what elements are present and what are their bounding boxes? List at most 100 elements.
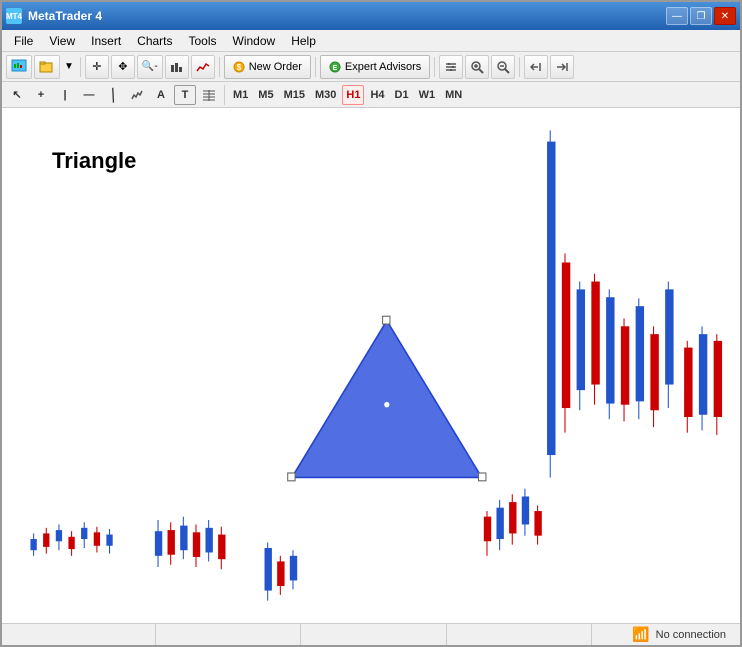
new-order-button[interactable]: $ New Order <box>224 55 311 79</box>
menu-insert[interactable]: Insert <box>83 32 129 50</box>
zoom-reset-button[interactable] <box>491 55 515 79</box>
zoom-out-button[interactable]: 🔍- <box>137 55 163 79</box>
candle <box>155 531 162 556</box>
status-panel-4 <box>447 624 593 645</box>
candle <box>168 530 175 555</box>
base-right-handle <box>479 473 486 481</box>
tf-mn[interactable]: MN <box>441 85 466 105</box>
cross-tool[interactable]: + <box>30 85 52 105</box>
order-icon: $ <box>233 61 245 73</box>
svg-text:$: $ <box>236 63 241 72</box>
menu-tools[interactable]: Tools <box>181 32 225 50</box>
candle <box>205 528 212 553</box>
candle <box>684 348 692 417</box>
separator-1 <box>80 57 81 77</box>
candle <box>636 306 644 401</box>
candle <box>522 496 529 524</box>
new-chart-button[interactable] <box>6 55 32 79</box>
svg-text:E: E <box>333 65 338 72</box>
scroll-left-icon <box>530 61 542 73</box>
crosshair-button[interactable]: ✛ <box>85 55 109 79</box>
tf-d1[interactable]: D1 <box>391 85 413 105</box>
indicator-icon <box>196 61 210 73</box>
text-label-tool[interactable]: T <box>174 85 196 105</box>
minimize-button[interactable]: — <box>666 7 688 25</box>
candle <box>509 502 516 533</box>
chart-area[interactable]: Triangle <box>2 108 740 623</box>
menu-file[interactable]: File <box>6 32 41 50</box>
properties-icon <box>444 60 458 74</box>
title-bar-left: MT4 MetaTrader 4 <box>6 8 102 24</box>
candle <box>193 532 200 557</box>
fibonacci-icon <box>202 89 216 101</box>
scroll-right-button[interactable] <box>550 55 574 79</box>
dropdown-arrow[interactable]: ▼ <box>62 61 76 72</box>
candle <box>218 535 225 560</box>
toolbar-main: ▼ ✛ ✥ 🔍- $ New Order <box>2 52 740 82</box>
window-title: MetaTrader 4 <box>28 9 102 23</box>
cursor-tool[interactable]: ↖ <box>6 85 28 105</box>
triangle-shape <box>292 321 482 478</box>
tf-m1[interactable]: M1 <box>229 85 252 105</box>
candle <box>665 289 673 384</box>
connection-status: No connection <box>656 629 726 641</box>
separator-tf <box>224 85 225 105</box>
menu-view[interactable]: View <box>41 32 83 50</box>
chart-type-button[interactable] <box>165 55 189 79</box>
tf-m30[interactable]: M30 <box>311 85 340 105</box>
window-controls: — ❐ ✕ <box>666 7 736 25</box>
open-icon <box>39 59 55 75</box>
candle <box>56 530 62 541</box>
tf-h4[interactable]: H4 <box>366 85 388 105</box>
zoom-in-button[interactable] <box>465 55 489 79</box>
text-tool[interactable]: A <box>150 85 172 105</box>
separator-2 <box>219 57 220 77</box>
vertical-line-tool[interactable]: | <box>54 85 76 105</box>
status-panel-3 <box>301 624 447 645</box>
apex-handle <box>383 316 390 324</box>
fibonacci-tool[interactable] <box>198 85 220 105</box>
trend-line-tool[interactable]: ╱ <box>98 80 127 108</box>
chart-type-icon <box>170 61 184 73</box>
candle <box>534 511 541 536</box>
expert-advisors-button[interactable]: E Expert Advisors <box>320 55 430 79</box>
close-button[interactable]: ✕ <box>714 7 736 25</box>
title-bar: MT4 MetaTrader 4 — ❐ ✕ <box>2 2 740 30</box>
base-left-handle <box>288 473 295 481</box>
candle <box>562 263 570 409</box>
horizontal-line-tool[interactable]: — <box>78 85 100 105</box>
candle <box>43 533 49 546</box>
scroll-left-button[interactable] <box>524 55 548 79</box>
status-panel-connection: 📶 No connection <box>592 624 732 645</box>
menu-charts[interactable]: Charts <box>129 32 180 50</box>
candle <box>94 532 100 545</box>
candle <box>277 561 284 586</box>
candle <box>577 289 585 390</box>
restore-button[interactable]: ❐ <box>690 7 712 25</box>
separator-4 <box>434 57 435 77</box>
indicator-button[interactable] <box>191 55 215 79</box>
tf-h1[interactable]: H1 <box>342 85 364 105</box>
draw-tool[interactable] <box>126 85 148 105</box>
draw-icon <box>131 89 143 101</box>
chart-svg <box>2 108 740 623</box>
open-button[interactable] <box>34 55 60 79</box>
candle <box>81 528 87 539</box>
status-panel-1 <box>10 624 156 645</box>
candle <box>290 556 297 581</box>
properties-button[interactable] <box>439 55 463 79</box>
tf-m15[interactable]: M15 <box>280 85 309 105</box>
candle <box>106 535 112 546</box>
candle <box>68 537 74 549</box>
tf-m5[interactable]: M5 <box>254 85 277 105</box>
candle <box>180 526 187 551</box>
menu-window[interactable]: Window <box>225 32 284 50</box>
status-bar: 📶 No connection <box>2 623 740 645</box>
zoom-in-icon <box>470 60 484 74</box>
candle <box>591 282 599 385</box>
status-panel-2 <box>156 624 302 645</box>
move-button[interactable]: ✥ <box>111 55 135 79</box>
menu-help[interactable]: Help <box>283 32 324 50</box>
main-window: MT4 MetaTrader 4 — ❐ ✕ File View Insert … <box>0 0 742 647</box>
tf-w1[interactable]: W1 <box>415 85 440 105</box>
